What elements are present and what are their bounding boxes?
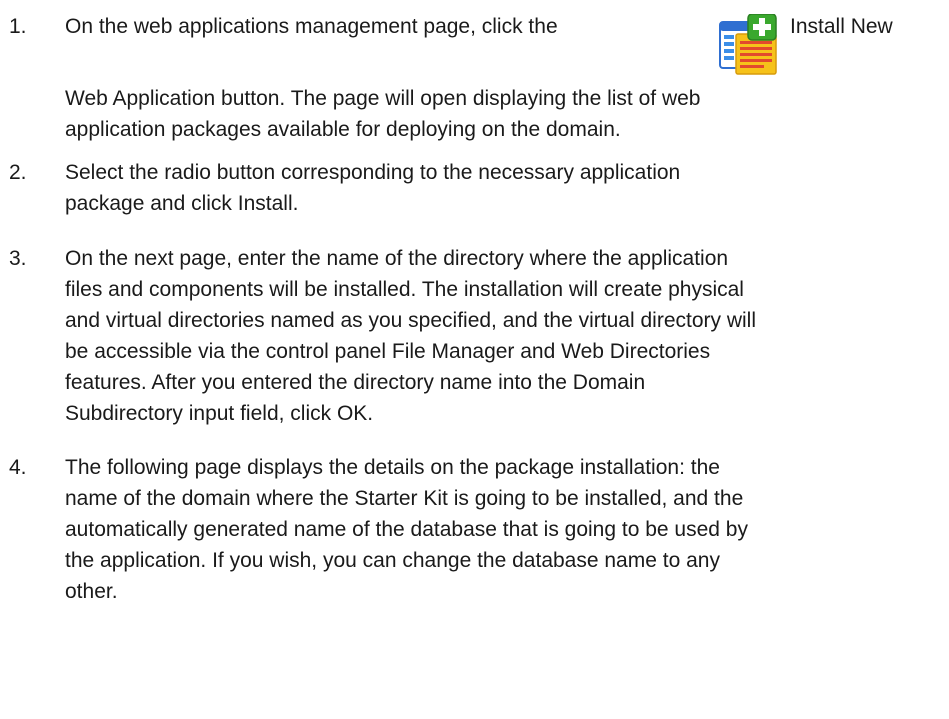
step-1-line-1-after: Install New	[790, 15, 893, 38]
step-2-line-2: package and click Install.	[65, 192, 299, 215]
step-2-line-1: Select the radio button corresponding to…	[65, 161, 681, 184]
step-4-line-5: other.	[65, 580, 118, 603]
step-number: 4.	[9, 456, 27, 479]
step-3-line-5: features. After you entered the director…	[65, 371, 646, 394]
step-3-line-3: and virtual directories named as you spe…	[65, 309, 757, 332]
instructions-document: 1. On the web applications management pa…	[0, 0, 949, 719]
step-4-line-4: the application. If you wish, you can ch…	[65, 549, 720, 572]
step-1-line-2: Web Application button. The page will op…	[65, 87, 701, 110]
step-1-line-3: application packages available for deplo…	[65, 118, 621, 141]
step-3-line-4: be accessible via the control panel File…	[65, 340, 711, 363]
step-3-line-1: On the next page, enter the name of the …	[65, 247, 729, 270]
install-new-web-application-icon	[718, 13, 780, 76]
step-number: 2.	[9, 161, 27, 184]
step-number: 3.	[9, 247, 27, 270]
step-4-line-3: automatically generated name of the data…	[65, 518, 748, 541]
step-3-line-2: files and components will be installed. …	[65, 278, 744, 301]
step-4-line-1: The following page displays the details …	[65, 456, 720, 479]
step-number: 1.	[9, 15, 27, 38]
step-3-line-6: Subdirectory input field, click OK.	[65, 402, 374, 425]
step-4-line-2: name of the domain where the Starter Kit…	[65, 487, 744, 510]
